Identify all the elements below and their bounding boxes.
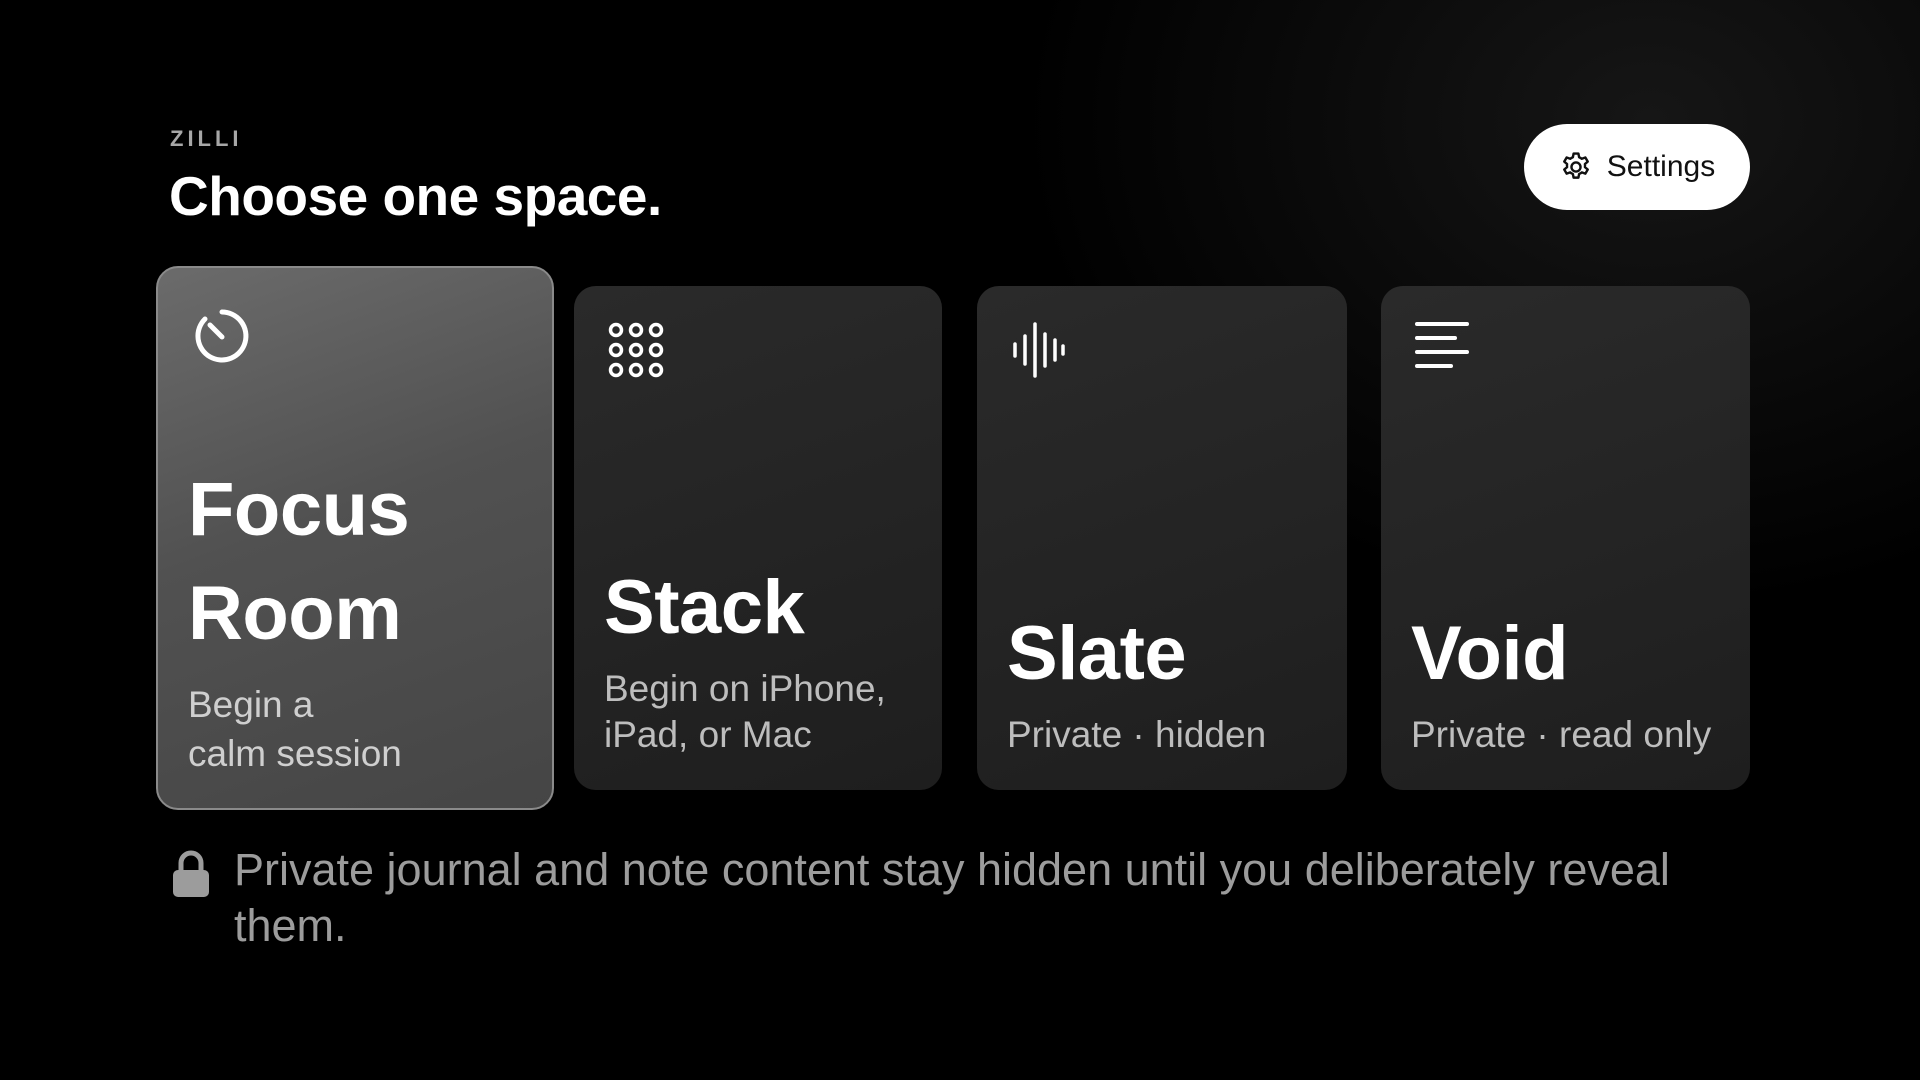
settings-button[interactable]: Settings (1524, 124, 1750, 210)
card-subtitle-line-1: Begin on iPhone, (604, 668, 886, 709)
card-subtitle: Private · read only (1411, 714, 1712, 755)
privacy-note-text: Private journal and note content stay hi… (234, 844, 1670, 951)
privacy-note: Private journal and note content stay hi… (172, 842, 1674, 954)
card-title: Slate (1007, 611, 1187, 696)
brand-label: ZILLI (170, 126, 243, 151)
settings-label: Settings (1606, 150, 1716, 183)
lock-icon (172, 850, 210, 903)
card-title: Void (1411, 611, 1569, 696)
page-title: Choose one space. (169, 165, 662, 227)
grid-dots-icon (608, 322, 664, 383)
card-stack[interactable]: Stack Begin on iPhone, iPad, or Mac (574, 286, 942, 790)
card-title-line-1: Focus (188, 467, 410, 552)
card-slate[interactable]: Slate Private · hidden (977, 286, 1347, 790)
card-subtitle: Private · hidden (1007, 714, 1267, 755)
timer-icon (192, 306, 252, 371)
card-focus-room[interactable]: Focus Room Begin a calm session (156, 266, 554, 810)
text-lines-icon (1415, 320, 1471, 377)
card-title-line-2: Room (188, 571, 402, 656)
card-subtitle-line-2: iPad, or Mac (604, 714, 812, 755)
card-subtitle-line-1: Begin a (188, 684, 314, 725)
gear-icon (1559, 150, 1593, 184)
card-void[interactable]: Void Private · read only (1381, 286, 1750, 790)
waveform-icon (1011, 322, 1067, 383)
card-title: Stack (604, 565, 805, 650)
card-subtitle-line-2: calm session (188, 733, 402, 774)
